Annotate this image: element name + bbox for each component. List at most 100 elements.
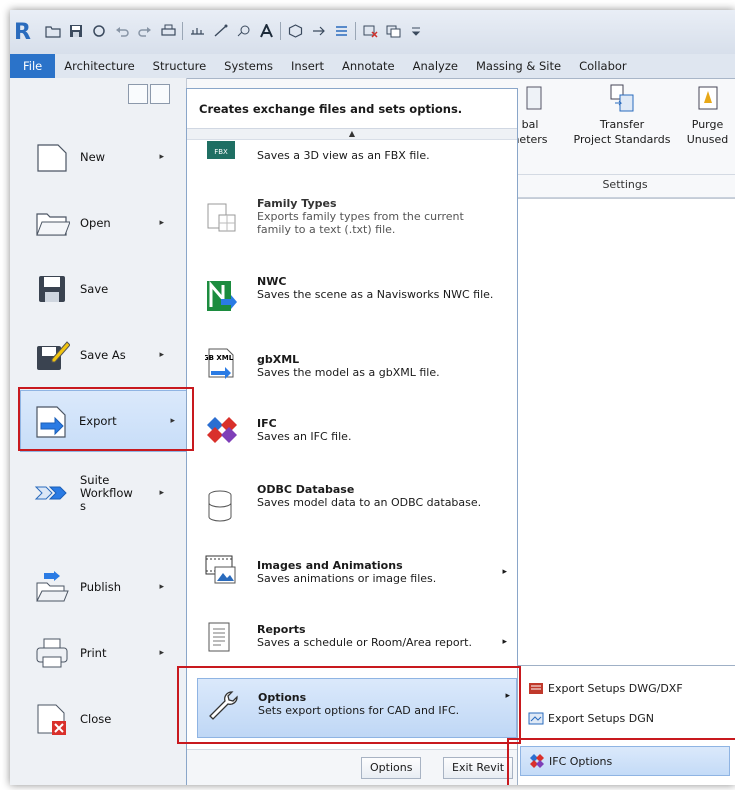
- wrench-icon: [206, 689, 240, 723]
- measure-icon[interactable]: [188, 22, 206, 40]
- export-setups-dgn-item[interactable]: Export Setups DGN: [528, 704, 728, 732]
- submenu-arrow-icon: ▸: [502, 567, 507, 577]
- submenu-arrow-icon: ▸: [505, 691, 510, 701]
- menu-item-text: Reports Saves a schedule or Room/Area re…: [257, 623, 472, 649]
- submenu-arrow-icon: ▸: [170, 416, 175, 426]
- toolbar-separator: [355, 22, 356, 40]
- tab-systems[interactable]: Systems: [215, 54, 282, 78]
- dimension-icon[interactable]: [211, 22, 229, 40]
- menu-item-text: gbXML Saves the model as a gbXML file.: [257, 353, 440, 379]
- export-fbx-item[interactable]: FBX Saves a 3D view as an FBX file.: [187, 141, 517, 171]
- section-icon[interactable]: [309, 22, 327, 40]
- sync-icon[interactable]: [90, 22, 108, 40]
- revit-window: R File Architecture Structure Systems In…: [10, 10, 735, 785]
- tab-annotate[interactable]: Annotate: [333, 54, 404, 78]
- file-menu-save-as[interactable]: Save As ▸: [34, 332, 184, 378]
- export-options-item[interactable]: Options Sets export options for CAD and …: [197, 678, 517, 738]
- revit-logo[interactable]: R: [14, 20, 36, 46]
- file-menu-suite-workflows[interactable]: Suite Workflow s ▸: [34, 465, 184, 521]
- submenu-arrow-icon: ▸: [159, 648, 164, 658]
- dgn-setup-icon: [528, 710, 544, 726]
- file-menu-label: Save As: [80, 347, 126, 362]
- flyout-label: IFC Options: [549, 754, 613, 768]
- options-button[interactable]: Options: [361, 757, 422, 779]
- close-document-icon: [34, 701, 70, 737]
- flyout-label: Export Setups DGN: [548, 711, 654, 725]
- exit-revit-button[interactable]: Exit Revit: [443, 757, 514, 779]
- undo-icon[interactable]: [113, 22, 131, 40]
- print-icon[interactable]: [159, 22, 177, 40]
- close-windows-icon[interactable]: [361, 22, 379, 40]
- transfer-standards-icon: [609, 83, 635, 113]
- export-submenu-header: Creates exchange files and sets options.: [187, 89, 517, 129]
- export-family-types-item[interactable]: Family Types Exports family types from t…: [187, 193, 517, 243]
- save-icon[interactable]: [67, 22, 85, 40]
- ribbon-label: Transfer: [599, 118, 645, 131]
- fbx-icon: FBX: [205, 137, 239, 171]
- file-menu-label: Export: [79, 413, 117, 428]
- export-images-animations-item[interactable]: Images and Animations Saves animations o…: [187, 553, 517, 599]
- file-menu-close[interactable]: Close: [34, 696, 184, 742]
- export-ifc-item[interactable]: IFC Saves an IFC file.: [187, 407, 517, 453]
- export-reports-item[interactable]: Reports Saves a schedule or Room/Area re…: [187, 619, 517, 669]
- tab-collaborate[interactable]: Collabor: [570, 54, 636, 78]
- export-nwc-item[interactable]: NWC Saves the scene as a Navisworks NWC …: [187, 271, 517, 321]
- file-menu-label: Open: [80, 215, 111, 230]
- gbxml-icon: GB XML: [203, 347, 239, 381]
- submenu-arrow-icon: ▸: [159, 152, 164, 162]
- recent-documents-icon[interactable]: [128, 84, 148, 104]
- 3d-view-icon[interactable]: [286, 22, 304, 40]
- purge-icon: [695, 83, 721, 113]
- open-folder-icon[interactable]: [44, 22, 62, 40]
- global-parameters-icon: [517, 83, 543, 113]
- tag-icon[interactable]: [234, 22, 252, 40]
- ribbon-label: Unused: [686, 133, 729, 146]
- navisworks-icon: [205, 279, 239, 313]
- file-menu: New ▸ Open ▸ Save Save As ▸ Export ▸ Sui…: [10, 78, 192, 785]
- quick-access-toolbar: R: [10, 10, 735, 55]
- menu-item-text: Images and Animations Saves animations o…: [257, 559, 437, 585]
- toolbar-separator: [182, 22, 183, 40]
- file-menu-open[interactable]: Open ▸: [34, 200, 184, 246]
- svg-text:GB XML: GB XML: [205, 354, 234, 362]
- report-icon: [205, 621, 239, 655]
- redo-icon[interactable]: [136, 22, 154, 40]
- tab-file[interactable]: File: [10, 54, 56, 78]
- file-menu-footer: Options Exit Revit: [187, 749, 517, 785]
- file-menu-publish[interactable]: Publish ▸: [34, 564, 184, 610]
- file-menu-save[interactable]: Save: [34, 266, 184, 312]
- menu-item-text: ODBC Database Saves model data to an ODB…: [257, 483, 482, 509]
- customize-toolbar-icon[interactable]: [407, 22, 425, 40]
- dwg-setup-icon: [528, 680, 544, 696]
- new-document-icon: [34, 139, 70, 175]
- film-icon: [205, 553, 239, 587]
- file-menu-print[interactable]: Print ▸: [34, 630, 184, 676]
- menu-item-text: Family Types Exports family types from t…: [257, 197, 464, 236]
- file-menu-export[interactable]: Export ▸: [20, 390, 192, 452]
- export-gbxml-item[interactable]: GB XML gbXML Saves the model as a gbXML …: [187, 345, 517, 391]
- file-menu-label: Save: [80, 281, 109, 296]
- export-setups-dwg-item[interactable]: Export Setups DWG/DXF: [528, 674, 728, 702]
- purge-unused-button[interactable]: Purge Unused: [680, 83, 735, 147]
- tab-insert[interactable]: Insert: [282, 54, 333, 78]
- file-menu-new[interactable]: New ▸: [34, 134, 184, 180]
- switch-windows-icon[interactable]: [384, 22, 402, 40]
- tab-massing-site[interactable]: Massing & Site: [467, 54, 570, 78]
- file-menu-label: Print: [80, 645, 107, 660]
- export-odbc-item[interactable]: ODBC Database Saves model data to an ODB…: [187, 479, 517, 535]
- transfer-project-standards-button[interactable]: Transfer Project Standards: [572, 83, 672, 147]
- tab-structure[interactable]: Structure: [144, 54, 216, 78]
- text-icon[interactable]: [257, 22, 275, 40]
- ifc-options-item[interactable]: IFC Options: [520, 746, 730, 776]
- tab-analyze[interactable]: Analyze: [404, 54, 467, 78]
- thin-lines-icon[interactable]: [332, 22, 350, 40]
- suite-workflows-icon: [34, 475, 70, 511]
- database-icon: [205, 489, 239, 523]
- tab-architecture[interactable]: Architecture: [55, 54, 143, 78]
- menu-item-desc: Saves a 3D view as an FBX file.: [257, 149, 430, 162]
- file-menu-label: Suite Workflow s: [80, 472, 133, 513]
- svg-text:FBX: FBX: [214, 148, 228, 156]
- open-documents-icon[interactable]: [150, 84, 170, 104]
- publish-icon: [34, 569, 70, 605]
- submenu-arrow-icon: ▸: [159, 350, 164, 360]
